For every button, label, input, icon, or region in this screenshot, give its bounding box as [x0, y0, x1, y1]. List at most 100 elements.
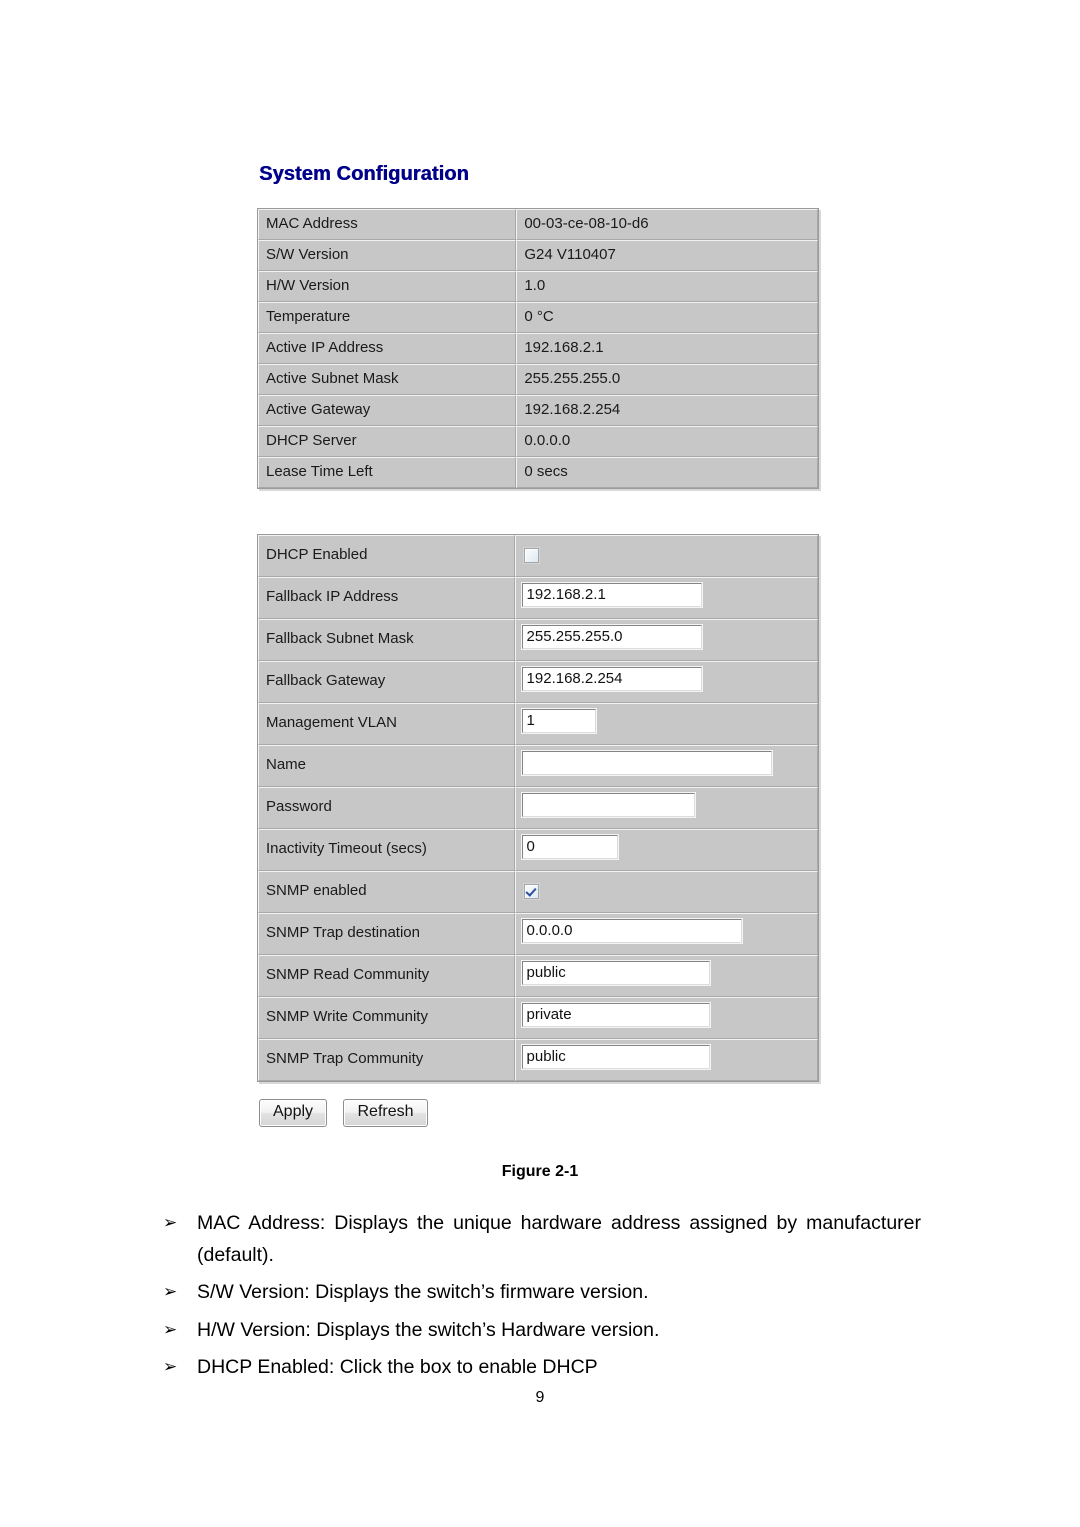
snmp-enabled-checkbox[interactable] — [523, 883, 539, 899]
row-label: Active IP Address — [258, 333, 517, 364]
row-field — [514, 745, 818, 787]
table-row: H/W Version 1.0 — [258, 271, 818, 302]
table-row: Fallback Gateway 192.168.2.254 — [258, 661, 818, 703]
row-label: DHCP Server — [258, 426, 517, 457]
row-value: 1.0 — [516, 271, 818, 302]
table-row: Active Subnet Mask 255.255.255.0 — [258, 364, 818, 395]
row-label: SNMP enabled — [258, 871, 515, 913]
arrow-bullet-icon: ➢ — [163, 1213, 178, 1232]
row-label: Management VLAN — [258, 703, 515, 745]
row-value: 0.0.0.0 — [516, 426, 818, 457]
row-value: G24 V110407 — [516, 240, 818, 271]
row-field: 192.168.2.1 — [514, 577, 818, 619]
management-vlan-input[interactable]: 1 — [520, 707, 597, 734]
row-label: Name — [258, 745, 515, 787]
password-input[interactable] — [520, 791, 696, 818]
row-value: 255.255.255.0 — [516, 364, 818, 395]
row-field — [514, 535, 818, 577]
system-settings-form-table: DHCP Enabled Fallback IP Address 192.168… — [257, 534, 819, 1082]
row-label: SNMP Write Community — [258, 997, 515, 1039]
arrow-bullet-icon: ➢ — [163, 1357, 178, 1377]
arrow-bullet-icon: ➢ — [163, 1282, 178, 1302]
table-row: Name — [258, 745, 818, 787]
table-row: Inactivity Timeout (secs) 0 — [258, 829, 818, 871]
system-info-table: MAC Address 00-03-ce-08-10-d6 S/W Versio… — [257, 208, 819, 489]
list-item-text: S/W Version: Displays the switch’s firmw… — [197, 1281, 649, 1304]
table-row: Active IP Address 192.168.2.1 — [258, 333, 818, 364]
row-label: SNMP Trap destination — [258, 913, 515, 955]
snmp-trap-community-input[interactable]: public — [520, 1043, 711, 1070]
table-row: SNMP Trap Community public — [258, 1039, 818, 1081]
row-field: 1 — [514, 703, 818, 745]
snmp-read-community-input[interactable]: public — [520, 959, 711, 986]
table-row: SNMP Trap destination 0.0.0.0 — [258, 913, 818, 955]
table-row: DHCP Server 0.0.0.0 — [258, 426, 818, 457]
page-title: System Configuration — [259, 163, 469, 185]
row-value: 0 °C — [516, 302, 818, 333]
table-row: Password — [258, 787, 818, 829]
list-item: ➢ H/W Version: Displays the switch’s Har… — [163, 1315, 921, 1347]
row-value: 192.168.2.1 — [516, 333, 818, 364]
row-label: Active Subnet Mask — [258, 364, 517, 395]
system-configuration-screenshot: System Configuration MAC Address 00-03-c… — [257, 163, 837, 1127]
table-row: Temperature 0 °C — [258, 302, 818, 333]
row-label: Lease Time Left — [258, 457, 517, 488]
row-label: Inactivity Timeout (secs) — [258, 829, 515, 871]
list-item-text: DHCP Enabled: Click the box to enable DH… — [197, 1356, 598, 1379]
row-value: 00-03-ce-08-10-d6 — [516, 209, 818, 240]
row-field: public — [514, 1039, 818, 1081]
snmp-trap-destination-input[interactable]: 0.0.0.0 — [520, 917, 743, 944]
page-number: 9 — [535, 1389, 545, 1406]
form-actions: Apply Refresh — [259, 1099, 837, 1127]
refresh-button[interactable]: Refresh — [343, 1099, 428, 1127]
fallback-gateway-input[interactable]: 192.168.2.254 — [520, 665, 703, 692]
row-field: 0.0.0.0 — [514, 913, 818, 955]
list-item: ➢ DHCP Enabled: Click the box to enable … — [163, 1352, 921, 1384]
row-label: Fallback Subnet Mask — [258, 619, 515, 661]
table-row: Active Gateway 192.168.2.254 — [258, 395, 818, 426]
row-field — [514, 787, 818, 829]
list-item-text: MAC Address: Displays the unique hardwar… — [197, 1212, 921, 1266]
row-label: S/W Version — [258, 240, 517, 271]
figure-caption: Figure 2-1 — [501, 1163, 579, 1180]
table-row: SNMP Read Community public — [258, 955, 818, 997]
row-value: 192.168.2.254 — [516, 395, 818, 426]
table-row: Fallback IP Address 192.168.2.1 — [258, 577, 818, 619]
apply-button[interactable]: Apply — [259, 1099, 328, 1127]
description-list: ➢ MAC Address: Displays the unique hardw… — [163, 1208, 921, 1390]
row-field: 0 — [514, 829, 818, 871]
table-row: Management VLAN 1 — [258, 703, 818, 745]
row-label: Password — [258, 787, 515, 829]
inactivity-timeout-input[interactable]: 0 — [520, 833, 619, 860]
row-label: MAC Address — [258, 209, 517, 240]
row-field — [514, 871, 818, 913]
list-item-text: H/W Version: Displays the switch’s Hardw… — [197, 1318, 660, 1341]
list-item: ➢ MAC Address: Displays the unique hardw… — [163, 1208, 921, 1271]
row-field: private — [514, 997, 818, 1039]
fallback-subnet-mask-input[interactable]: 255.255.255.0 — [520, 623, 703, 650]
row-label: Temperature — [258, 302, 517, 333]
name-input[interactable] — [520, 749, 773, 776]
table-row: SNMP Write Community private — [258, 997, 818, 1039]
dhcp-enabled-checkbox[interactable] — [523, 547, 539, 563]
row-label: SNMP Read Community — [258, 955, 515, 997]
row-value: 0 secs — [516, 457, 818, 488]
table-row: SNMP enabled — [258, 871, 818, 913]
table-row: Lease Time Left 0 secs — [258, 457, 818, 488]
row-label: SNMP Trap Community — [258, 1039, 515, 1081]
table-row: Fallback Subnet Mask 255.255.255.0 — [258, 619, 818, 661]
row-label: Active Gateway — [258, 395, 517, 426]
row-field: 192.168.2.254 — [514, 661, 818, 703]
snmp-write-community-input[interactable]: private — [520, 1001, 711, 1028]
row-label: H/W Version — [258, 271, 517, 302]
row-label: Fallback IP Address — [258, 577, 515, 619]
table-row: DHCP Enabled — [258, 535, 818, 577]
table-row: MAC Address 00-03-ce-08-10-d6 — [258, 209, 818, 240]
row-label: Fallback Gateway — [258, 661, 515, 703]
list-item: ➢ S/W Version: Displays the switch’s fir… — [163, 1277, 921, 1309]
table-row: S/W Version G24 V110407 — [258, 240, 818, 271]
fallback-ip-address-input[interactable]: 192.168.2.1 — [520, 581, 703, 608]
row-field: 255.255.255.0 — [514, 619, 818, 661]
arrow-bullet-icon: ➢ — [163, 1319, 178, 1339]
row-label: DHCP Enabled — [258, 535, 515, 577]
